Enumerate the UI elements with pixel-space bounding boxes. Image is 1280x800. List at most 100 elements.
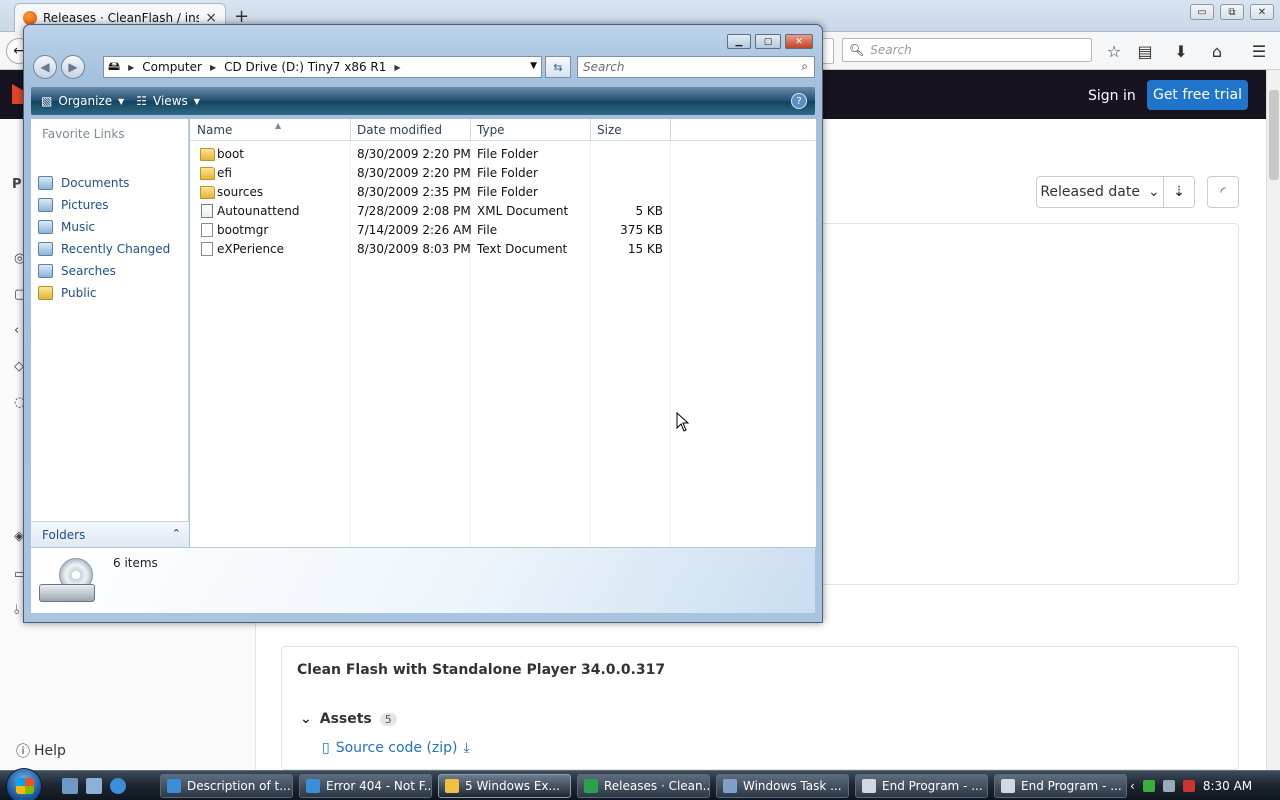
file-row[interactable]: bootmgr 7/14/2009 2:26 AM File 375 KB [190, 221, 670, 240]
file-name: eXPerience [217, 242, 285, 256]
taskbar-button[interactable]: Windows Task ... [716, 774, 849, 798]
pictures-icon [38, 198, 53, 212]
sidebar-code-icon[interactable]: ‹ [14, 323, 19, 338]
sidebar-project-initial[interactable]: P [12, 177, 22, 192]
views-button[interactable]: ☷ Views ▼ [136, 94, 200, 108]
explorer-forward-button[interactable]: ▶ [61, 55, 85, 79]
volume-muted-icon[interactable] [1182, 780, 1195, 792]
nav-item-pictures[interactable]: Pictures [38, 198, 109, 212]
show-desktop-icon[interactable] [62, 778, 78, 794]
breadcrumb-cd-drive[interactable]: CD Drive (D:) Tiny7 x86 R1 [224, 60, 386, 74]
taskbar-button-label: Error 404 - Not F... [326, 779, 432, 793]
file-date: 8/30/2009 2:20 PM [357, 166, 471, 180]
page-scrollbar[interactable] [1266, 70, 1280, 770]
release-title[interactable]: Clean Flash with Standalone Player 34.0.… [297, 662, 665, 678]
file-type: File Folder [477, 147, 538, 161]
get-free-trial-button[interactable]: Get free trial [1147, 80, 1248, 110]
browser-search-input[interactable]: 🔍︎ Search [842, 38, 1092, 62]
nav-item-music[interactable]: Music [38, 220, 95, 234]
bookmark-star-icon[interactable]: ☆ [1103, 40, 1125, 62]
nav-item-recently-changed[interactable]: Recently Changed [38, 242, 170, 256]
help-link[interactable]: ⓘ Help [16, 741, 66, 761]
nav-item-public[interactable]: Public [38, 286, 97, 300]
taskbar-app-icon [306, 779, 320, 793]
file-type: File Folder [477, 166, 538, 180]
nav-item-searches[interactable]: Searches [38, 264, 116, 278]
address-dropdown-icon[interactable]: ▼ [530, 61, 537, 71]
file-date: 8/30/2009 8:03 PM [357, 242, 471, 256]
folder-icon [200, 186, 215, 199]
taskbar-button[interactable]: 5 Windows Ex... [438, 774, 571, 798]
refresh-button[interactable]: ⇆ [545, 56, 571, 78]
column-divider[interactable] [670, 119, 671, 141]
reading-list-icon[interactable]: ▤ [1134, 40, 1156, 62]
file-zip-icon: ▯ [322, 740, 330, 756]
assets-count-badge: 5 [379, 712, 397, 726]
column-header-size[interactable]: Size [597, 123, 622, 137]
file-row[interactable]: eXPerience 8/30/2009 8:03 PM Text Document… [190, 240, 670, 259]
column-header-name[interactable]: Name ▲ [197, 121, 281, 137]
help-circle-icon: ⓘ [16, 744, 30, 760]
taskbar-button[interactable]: End Program - ... [855, 774, 988, 798]
browser-close-button[interactable]: ✕ [1250, 4, 1274, 20]
taskbar-button-label: 5 Windows Ex... [465, 779, 560, 793]
column-divider[interactable] [590, 119, 591, 141]
internet-explorer-icon[interactable] [110, 778, 126, 794]
file-size: 375 KB [620, 223, 663, 237]
file-row[interactable]: efi 8/30/2009 2:20 PM File Folder [190, 164, 670, 183]
file-row[interactable]: boot 8/30/2009 2:20 PM File Folder [190, 145, 670, 164]
help-icon[interactable]: ? [791, 93, 807, 109]
search-icon: ⌕ [801, 59, 808, 73]
tray-app-icon[interactable] [1142, 780, 1155, 792]
address-bar[interactable]: 🖴 ▶ Computer ▶ CD Drive (D:) Tiny7 x86 R… [103, 56, 542, 78]
file-date: 7/14/2009 2:26 AM [357, 223, 472, 237]
explorer-minimize-button[interactable]: ▁ [727, 34, 751, 49]
source-code-zip-link[interactable]: ▯ Source code (zip) ⤓ [322, 740, 470, 756]
menu-hamburger-icon[interactable]: ☰ [1248, 40, 1270, 62]
explorer-maximize-button[interactable]: ▢ [755, 34, 781, 49]
taskbar-button[interactable]: Releases · Clean... [577, 774, 710, 798]
breadcrumb-computer[interactable]: Computer [142, 60, 202, 74]
browser-restore-button[interactable]: ⧉ [1220, 4, 1244, 20]
explorer-back-button[interactable]: ◀ [33, 55, 57, 79]
file-type: Text Document [477, 242, 568, 256]
sort-dropdown[interactable]: Released date ⌄ [1036, 176, 1164, 208]
sign-in-link[interactable]: Sign in [1088, 88, 1136, 104]
taskbar-button[interactable]: Error 404 - Not F... [299, 774, 432, 798]
nav-item-documents[interactable]: Documents [38, 176, 129, 190]
clock[interactable]: 8:30 AM [1203, 779, 1252, 793]
start-button[interactable] [6, 768, 42, 800]
network-icon[interactable] [1162, 780, 1175, 792]
help-label: Help [34, 743, 66, 759]
organize-button[interactable]: ▧ Organize ▼ [41, 94, 124, 108]
nav-item-label: Searches [61, 264, 116, 278]
downloads-icon[interactable]: ⬇ [1170, 40, 1192, 62]
column-divider[interactable] [470, 119, 471, 141]
sort-dropdown-label: Released date [1040, 184, 1140, 200]
command-bar: ▧ Organize ▼ ☷ Views ▼ ? [31, 87, 815, 115]
assets-toggle[interactable]: ⌄ Assets 5 [300, 711, 397, 727]
tray-expand-icon[interactable]: ‹ [1130, 779, 1135, 793]
rss-feed-button[interactable]: ◜ [1207, 176, 1239, 208]
sort-ascending-icon: ▲ [275, 121, 282, 130]
scrollbar-thumb[interactable] [1269, 90, 1279, 180]
explorer-search-input[interactable]: Search ⌕ [577, 56, 815, 78]
folders-toggle[interactable]: Folders ⌃ [31, 521, 189, 547]
sort-descending-icon: ⇣ [1173, 184, 1185, 200]
browser-minimize-button[interactable]: ▭ [1190, 4, 1214, 20]
column-header-type[interactable]: Type [477, 123, 505, 137]
sidebar-wiki-icon[interactable]: ⫰ [14, 603, 20, 618]
file-type: File [477, 223, 498, 237]
column-divider[interactable] [350, 119, 351, 141]
file-row[interactable]: sources 8/30/2009 2:35 PM File Folder [190, 183, 670, 202]
folder-icon [200, 148, 215, 161]
home-icon[interactable]: ⌂ [1206, 40, 1228, 62]
column-header-date[interactable]: Date modified [357, 123, 442, 137]
sort-direction-button[interactable]: ⇣ [1163, 176, 1195, 208]
taskbar-button[interactable]: Description of t... [160, 774, 293, 798]
file-row[interactable]: Autounattend 7/28/2009 2:08 PM XML Documen… [190, 202, 670, 221]
switch-windows-icon[interactable] [86, 778, 102, 794]
file-size: 5 KB [635, 204, 663, 218]
explorer-close-button[interactable]: ✕ [785, 34, 813, 49]
taskbar-button[interactable]: End Program - ... [994, 774, 1127, 798]
